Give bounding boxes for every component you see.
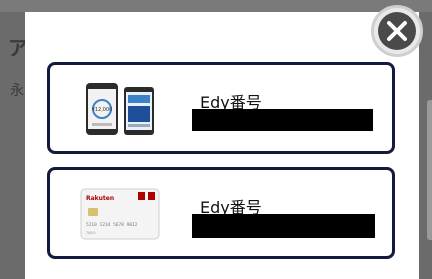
smartphone-wallet-icon: ¥12,000 <box>84 81 168 137</box>
rakuten-edy-card-icon: Rakuten 5210 1234 5678 9012 TARO <box>80 188 160 240</box>
edy-option-card[interactable]: Rakuten 5210 1234 5678 9012 TARO Edy番号 <box>47 167 395 259</box>
edy-number-value-redacted <box>192 109 373 131</box>
background-scroll-edge <box>427 100 432 240</box>
svg-text:Rakuten: Rakuten <box>86 195 114 202</box>
edy-select-modal: ¥12,000 Edy番号 Rakuten 5210 1234 5678 901… <box>25 12 419 279</box>
svg-text:5210 1234 5678 9012: 5210 1234 5678 9012 <box>86 222 138 228</box>
close-icon <box>378 12 416 50</box>
svg-text:¥12,000: ¥12,000 <box>92 107 113 113</box>
edy-option-smartphone[interactable]: ¥12,000 Edy番号 <box>47 62 395 154</box>
background-header <box>0 0 432 12</box>
background-text: 永 <box>10 83 24 99</box>
close-button[interactable] <box>371 5 423 57</box>
edy-number-value-redacted <box>192 214 375 238</box>
svg-text:TARO: TARO <box>85 231 96 235</box>
